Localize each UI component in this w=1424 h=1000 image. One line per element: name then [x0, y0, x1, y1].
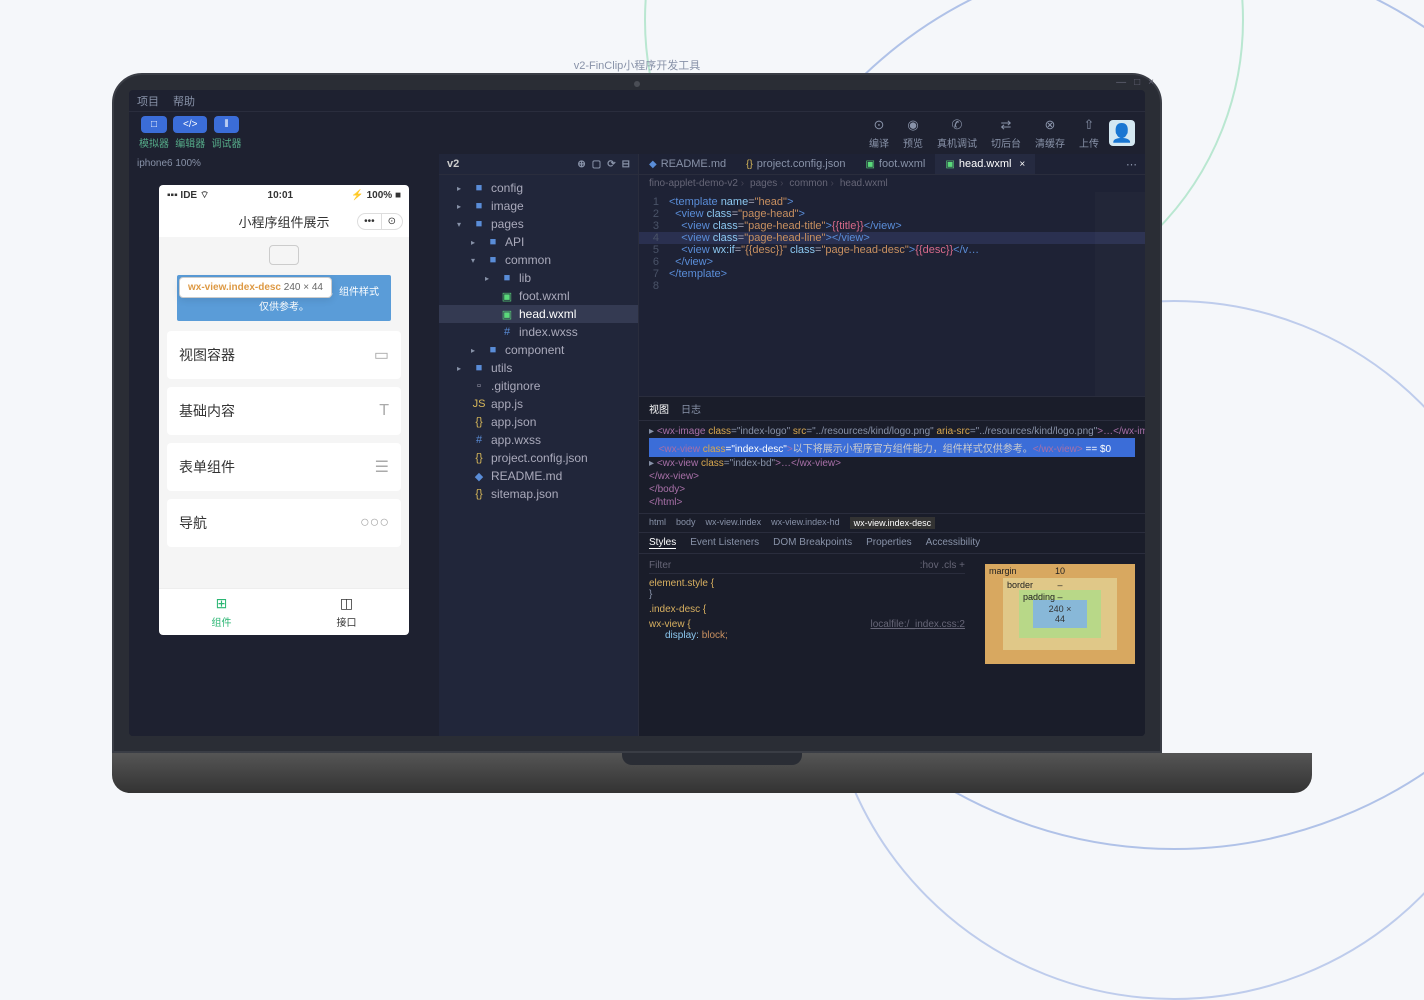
- menubar: 项目 帮助 v2-FinClip小程序开发工具 — □ ×: [129, 90, 1145, 112]
- style-filter-actions[interactable]: :hov .cls +: [920, 560, 965, 571]
- editor-tab[interactable]: {}project.config.json: [736, 154, 855, 174]
- list-item[interactable]: 视图容器▭: [167, 331, 401, 379]
- mode-debugger[interactable]: ⫴ 调试器: [211, 116, 241, 150]
- mode-simulator[interactable]: □ 模拟器: [139, 116, 169, 150]
- refresh-icon[interactable]: ⟳: [607, 159, 615, 170]
- toolbar: □ 模拟器 </> 编辑器 ⫴ 调试器 ⊙编译 ◉预览 ✆真机调试 ⇄切后台 ⊗清缓存 ⇧…: [129, 112, 1145, 154]
- style-tab[interactable]: Accessibility: [926, 537, 980, 549]
- laptop-frame: 项目 帮助 v2-FinClip小程序开发工具 — □ × □ 模拟器: [112, 73, 1312, 793]
- style-filter[interactable]: Filter: [649, 560, 671, 571]
- action-1[interactable]: ◉预览: [903, 117, 923, 150]
- list-item[interactable]: 导航○○○: [167, 499, 401, 547]
- dom-tree[interactable]: ▸ <wx-image class="index-logo" src="../r…: [639, 421, 1145, 513]
- code-editor: ◆README.md{}project.config.json▣foot.wxm…: [639, 154, 1145, 736]
- page-title: 小程序组件展示: [238, 212, 329, 231]
- tree-item[interactable]: JSapp.js: [439, 395, 638, 413]
- tree-item[interactable]: ▣head.wxml: [439, 305, 638, 323]
- tree-item[interactable]: ▸■lib: [439, 269, 638, 287]
- tree-item[interactable]: ▸■image: [439, 197, 638, 215]
- project-root[interactable]: v2: [447, 158, 459, 170]
- style-tab[interactable]: Event Listeners: [690, 537, 759, 549]
- styles-panel[interactable]: Filter :hov .cls + element.style {}.inde…: [639, 554, 975, 736]
- tabbar-item[interactable]: ◫接口: [284, 589, 409, 635]
- collapse-icon[interactable]: ⊟: [622, 159, 630, 170]
- menu-project[interactable]: 项目: [137, 93, 159, 109]
- new-folder-icon[interactable]: ▢: [592, 159, 601, 170]
- capsule-button[interactable]: ••• ⊙: [357, 213, 403, 230]
- file-explorer: v2 ⊕ ▢ ⟳ ⊟ ▸■config▸■image▾■pages▸■API▾■…: [439, 154, 639, 736]
- code-area[interactable]: 1<template name="head">2 <view class="pa…: [639, 192, 1145, 396]
- editor-tab[interactable]: ▣head.wxml×: [935, 154, 1035, 174]
- tree-item[interactable]: #app.wxss: [439, 431, 638, 449]
- tree-item[interactable]: ▸■config: [439, 179, 638, 197]
- mode-editor[interactable]: </> 编辑器: [173, 116, 207, 150]
- style-tab[interactable]: Styles: [649, 537, 676, 549]
- menu-help[interactable]: 帮助: [173, 93, 195, 109]
- phone-simulator: ▪▪▪ IDE ⌔ 10:01 ⚡ 100% ■ 小程序组件展示 ••• ⊙: [159, 185, 409, 635]
- action-4[interactable]: ⊗清缓存: [1035, 117, 1065, 150]
- tree-item[interactable]: ▫.gitignore: [439, 377, 638, 395]
- tree-item[interactable]: ▣foot.wxml: [439, 287, 638, 305]
- action-5[interactable]: ⇧上传: [1079, 117, 1099, 150]
- style-tab[interactable]: Properties: [866, 537, 912, 549]
- user-avatar[interactable]: 👤: [1109, 120, 1135, 146]
- tree-item[interactable]: ◆README.md: [439, 467, 638, 485]
- tree-item[interactable]: ▸■component: [439, 341, 638, 359]
- device-info: iphone6 100%: [129, 154, 439, 173]
- ide-window: 项目 帮助 v2-FinClip小程序开发工具 — □ × □ 模拟器: [129, 90, 1145, 736]
- tree-item[interactable]: #index.wxss: [439, 323, 638, 341]
- tree-item[interactable]: {}project.config.json: [439, 449, 638, 467]
- phone-tabbar: ⊞组件◫接口: [159, 588, 409, 635]
- logo-placeholder: [269, 245, 299, 265]
- tree-item[interactable]: ▸■utils: [439, 359, 638, 377]
- box-model: margin 10 border – padding – 240 × 4: [975, 554, 1145, 736]
- devtools-panel: 视图 日志 ▸ <wx-image class="index-logo" src…: [639, 396, 1145, 736]
- tab-overflow[interactable]: ⋯: [1118, 158, 1145, 171]
- breadcrumb: fino-applet-demo-v2pagescommonhead.wxml: [639, 175, 1145, 192]
- dom-breadcrumb: htmlbodywx-view.indexwx-view.index-hdwx-…: [639, 513, 1145, 533]
- action-0[interactable]: ⊙编译: [869, 117, 889, 150]
- tree-item[interactable]: {}sitemap.json: [439, 485, 638, 503]
- devtab-console[interactable]: 日志: [681, 401, 701, 416]
- tree-item[interactable]: ▸■API: [439, 233, 638, 251]
- new-file-icon[interactable]: ⊕: [577, 159, 585, 170]
- tree-item[interactable]: {}app.json: [439, 413, 638, 431]
- simulator-panel: iphone6 100% ▪▪▪ IDE ⌔ 10:01 ⚡ 100% ■ 小程…: [129, 154, 439, 736]
- editor-tab[interactable]: ◆README.md: [639, 154, 736, 174]
- inspector-tooltip: wx-view.index-desc 240 × 44: [179, 277, 332, 298]
- action-2[interactable]: ✆真机调试: [937, 117, 977, 150]
- tree-item[interactable]: ▾■pages: [439, 215, 638, 233]
- minimap[interactable]: [1095, 192, 1145, 396]
- list-item[interactable]: 表单组件☰: [167, 443, 401, 491]
- phone-statusbar: ▪▪▪ IDE ⌔ 10:01 ⚡ 100% ■: [159, 185, 409, 206]
- action-3[interactable]: ⇄切后台: [991, 117, 1021, 150]
- tree-item[interactable]: ▾■common: [439, 251, 638, 269]
- style-tab[interactable]: DOM Breakpoints: [773, 537, 852, 549]
- list-item[interactable]: 基础内容T: [167, 387, 401, 435]
- devtab-elements[interactable]: 视图: [649, 401, 669, 416]
- tabbar-item[interactable]: ⊞组件: [159, 589, 284, 635]
- phone-navbar: 小程序组件展示 ••• ⊙: [159, 206, 409, 237]
- editor-tab[interactable]: ▣foot.wxml: [855, 154, 935, 174]
